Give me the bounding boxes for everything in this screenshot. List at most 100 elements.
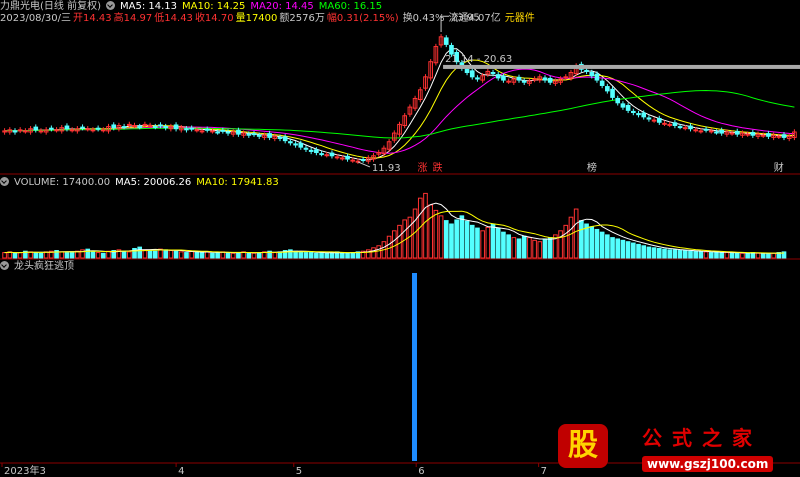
volume-bar [184, 252, 189, 259]
chart-canvas[interactable]: 23.95 11.93 21.14 - 20.63 涨跌 榜 财 2023年3 4 5 6 7 [0, 0, 800, 477]
candle-body [677, 126, 683, 129]
candle-body [236, 129, 241, 135]
event-marker-3: 榜 [587, 161, 597, 174]
candle-body [542, 77, 548, 81]
volume-bar [480, 230, 485, 259]
volume-bar [542, 238, 548, 259]
volume-bar [693, 250, 698, 259]
event-marker-4: 财 [774, 161, 784, 174]
volume-bar [391, 230, 397, 259]
volume-bar [33, 252, 39, 259]
volume-bar [386, 235, 392, 259]
candle-body [443, 37, 449, 45]
volume-bar [17, 252, 23, 259]
volume-bar [147, 250, 153, 259]
volume-bar [755, 252, 761, 259]
watermark-url: www.gszj100.com [642, 456, 774, 472]
volume-bar [376, 245, 382, 259]
volume-bar [511, 237, 517, 259]
candle-body [719, 129, 724, 134]
candle-body [584, 69, 589, 72]
range-band [443, 64, 800, 69]
volume-bar [95, 252, 101, 259]
candle-body [776, 135, 782, 138]
candle-body [329, 152, 335, 157]
x-tick-label: 2023年3 [4, 464, 46, 477]
candle-body [152, 126, 158, 129]
candle-body [137, 126, 143, 129]
candle-body [49, 127, 54, 130]
candle-body [132, 124, 137, 127]
volume-bar [397, 224, 402, 259]
volume-bar [724, 252, 730, 259]
candle-body [204, 128, 210, 131]
candle-body [563, 76, 569, 79]
candle-body [210, 130, 215, 133]
candle-body [38, 130, 44, 133]
volume-bar [199, 252, 205, 259]
volume-bar [236, 252, 241, 259]
x-tick-label: 5 [296, 466, 302, 477]
candle-body [314, 149, 319, 154]
candle-body [599, 80, 605, 86]
candle-body [682, 127, 688, 130]
watermark-title: 公式之家 [642, 426, 762, 450]
volume-bar [215, 252, 220, 259]
volume-bar [204, 251, 210, 259]
candle-body [220, 129, 226, 132]
ma10-line [4, 59, 795, 159]
candle-body [293, 143, 298, 146]
event-marker-2: 跌 [433, 161, 443, 174]
candle-body [490, 72, 496, 75]
volume-bar [631, 242, 636, 259]
candle-body [495, 74, 501, 79]
candle-body [464, 68, 470, 74]
candle-body [667, 123, 673, 126]
volume-bar [256, 252, 262, 259]
volume-bar [121, 250, 127, 259]
candlesticks [2, 34, 797, 164]
volume-bar [620, 239, 626, 259]
event-marker-1: 涨 [418, 162, 428, 174]
candle-body [615, 97, 621, 104]
volume-bar [329, 252, 335, 259]
volume-bar [101, 252, 106, 259]
volume-bar [246, 252, 252, 259]
candle-body [641, 112, 647, 118]
candle-body [288, 141, 293, 144]
volume-bar [324, 252, 330, 259]
candle-body [33, 126, 39, 131]
volume-bar [2, 252, 7, 259]
volume-bar [688, 250, 693, 259]
volume-bar [303, 252, 309, 259]
candle-body [199, 130, 205, 133]
candle-body [147, 124, 153, 127]
volume-bar [641, 245, 647, 259]
volume-bar [464, 220, 470, 259]
volume-bar [438, 215, 444, 259]
volume-bar [506, 234, 511, 259]
volume-bar [610, 237, 615, 259]
candle-body [277, 136, 283, 139]
x-tick-label: 7 [541, 466, 547, 477]
candle-body [340, 157, 345, 160]
volume-bar [719, 252, 724, 259]
volume-bar [152, 250, 158, 259]
volume-bar [345, 252, 350, 259]
volume-bar [636, 243, 641, 259]
candle-body [121, 126, 127, 129]
volume-bar [443, 220, 449, 259]
volume-bar [69, 251, 75, 259]
volume-bar [766, 252, 771, 259]
candle-body [267, 133, 272, 138]
volume-bar [319, 252, 324, 259]
candle-body [651, 119, 657, 122]
volume-bar [454, 219, 459, 259]
candle-body [158, 124, 163, 127]
high-price-label: 23.95 [451, 12, 480, 23]
candle-body [173, 124, 179, 130]
volume-bar [194, 251, 200, 259]
volume-bar [449, 223, 454, 259]
candle-body [64, 125, 70, 130]
volume-bar [168, 250, 174, 259]
